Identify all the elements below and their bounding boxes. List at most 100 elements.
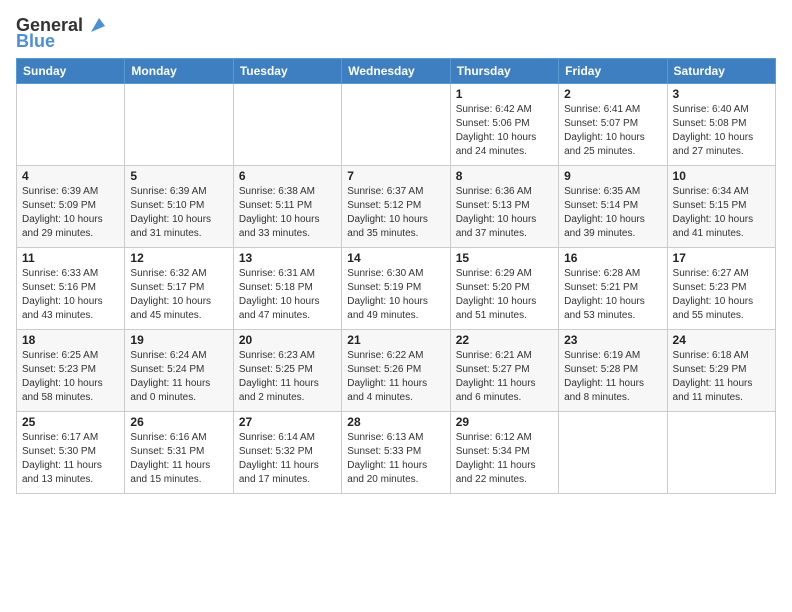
- calendar-cell: [233, 83, 341, 165]
- day-info: Sunrise: 6:21 AM Sunset: 5:27 PM Dayligh…: [456, 349, 553, 405]
- day-number: 26: [130, 415, 227, 429]
- day-info: Sunrise: 6:32 AM Sunset: 5:17 PM Dayligh…: [130, 267, 227, 323]
- calendar-cell: 20Sunrise: 6:23 AM Sunset: 5:25 PM Dayli…: [233, 329, 341, 411]
- day-number: 9: [564, 169, 661, 183]
- day-number: 20: [239, 333, 336, 347]
- calendar-cell: 21Sunrise: 6:22 AM Sunset: 5:26 PM Dayli…: [342, 329, 450, 411]
- day-number: 18: [22, 333, 119, 347]
- day-number: 14: [347, 251, 444, 265]
- calendar-cell: 26Sunrise: 6:16 AM Sunset: 5:31 PM Dayli…: [125, 411, 233, 493]
- day-info: Sunrise: 6:41 AM Sunset: 5:07 PM Dayligh…: [564, 103, 661, 159]
- calendar-cell: 10Sunrise: 6:34 AM Sunset: 5:15 PM Dayli…: [667, 165, 775, 247]
- calendar: SundayMondayTuesdayWednesdayThursdayFrid…: [16, 58, 776, 494]
- col-header-friday: Friday: [559, 58, 667, 83]
- calendar-cell: 18 Sunrise: 6:25 AM Sunset: 5:23 PM Dayli…: [17, 329, 125, 411]
- day-info: Sunrise: 6:39 AM Sunset: 5:10 PM Dayligh…: [130, 185, 227, 241]
- day-info: Sunrise: 6:18 AM Sunset: 5:29 PM Dayligh…: [673, 349, 770, 405]
- day-number: 25: [22, 415, 119, 429]
- day-info: Sunrise: 6:14 AM Sunset: 5:32 PM Dayligh…: [239, 431, 336, 487]
- page: General Blue SundayMondayTuesdayWednesda…: [0, 0, 792, 612]
- day-info: Sunrise: 6:22 AM Sunset: 5:26 PM Dayligh…: [347, 349, 444, 405]
- week-row-0: 1Sunrise: 6:42 AM Sunset: 5:06 PM Daylig…: [17, 83, 776, 165]
- logo-bird-icon: [85, 14, 107, 36]
- calendar-cell: 28Sunrise: 6:13 AM Sunset: 5:33 PM Dayli…: [342, 411, 450, 493]
- day-info: Sunrise: 6:42 AM Sunset: 5:06 PM Dayligh…: [456, 103, 553, 159]
- week-row-2: 11 Sunrise: 6:33 AM Sunset: 5:16 PM Dayli…: [17, 247, 776, 329]
- day-number: 28: [347, 415, 444, 429]
- day-info: Sunrise: 6:25 AM Sunset: 5:23 PM Dayligh…: [22, 349, 119, 405]
- calendar-cell: 9 Sunrise: 6:35 AM Sunset: 5:14 PM Daylig…: [559, 165, 667, 247]
- day-number: 10: [673, 169, 770, 183]
- day-number: 29: [456, 415, 553, 429]
- day-info: Sunrise: 6:31 AM Sunset: 5:18 PM Dayligh…: [239, 267, 336, 323]
- calendar-cell: 15Sunrise: 6:29 AM Sunset: 5:20 PM Dayli…: [450, 247, 558, 329]
- day-number: 3: [673, 87, 770, 101]
- day-number: 15: [456, 251, 553, 265]
- day-number: 4: [22, 169, 119, 183]
- day-number: 6: [239, 169, 336, 183]
- day-number: 17: [673, 251, 770, 265]
- calendar-cell: [17, 83, 125, 165]
- calendar-cell: 16 Sunrise: 6:28 AM Sunset: 5:21 PM Dayli…: [559, 247, 667, 329]
- header: General Blue: [16, 12, 776, 52]
- day-number: 5: [130, 169, 227, 183]
- calendar-cell: 4 Sunrise: 6:39 AM Sunset: 5:09 PM Daylig…: [17, 165, 125, 247]
- calendar-cell: 24 Sunrise: 6:18 AM Sunset: 5:29 PM Dayli…: [667, 329, 775, 411]
- day-number: 24: [673, 333, 770, 347]
- calendar-cell: [559, 411, 667, 493]
- day-info: Sunrise: 6:28 AM Sunset: 5:21 PM Dayligh…: [564, 267, 661, 323]
- calendar-cell: 25 Sunrise: 6:17 AM Sunset: 5:30 PM Dayli…: [17, 411, 125, 493]
- day-number: 23: [564, 333, 661, 347]
- day-info: Sunrise: 6:37 AM Sunset: 5:12 PM Dayligh…: [347, 185, 444, 241]
- calendar-cell: 6 Sunrise: 6:38 AM Sunset: 5:11 PM Daylig…: [233, 165, 341, 247]
- calendar-cell: 19 Sunrise: 6:24 AM Sunset: 5:24 PM Dayli…: [125, 329, 233, 411]
- calendar-cell: 13 Sunrise: 6:31 AM Sunset: 5:18 PM Dayli…: [233, 247, 341, 329]
- calendar-cell: 14 Sunrise: 6:30 AM Sunset: 5:19 PM Dayli…: [342, 247, 450, 329]
- calendar-cell: 1Sunrise: 6:42 AM Sunset: 5:06 PM Daylig…: [450, 83, 558, 165]
- calendar-cell: 27 Sunrise: 6:14 AM Sunset: 5:32 PM Dayli…: [233, 411, 341, 493]
- calendar-cell: 22 Sunrise: 6:21 AM Sunset: 5:27 PM Dayli…: [450, 329, 558, 411]
- col-header-saturday: Saturday: [667, 58, 775, 83]
- week-row-1: 4 Sunrise: 6:39 AM Sunset: 5:09 PM Daylig…: [17, 165, 776, 247]
- calendar-header-row: SundayMondayTuesdayWednesdayThursdayFrid…: [17, 58, 776, 83]
- calendar-cell: 2 Sunrise: 6:41 AM Sunset: 5:07 PM Daylig…: [559, 83, 667, 165]
- day-number: 12: [130, 251, 227, 265]
- col-header-wednesday: Wednesday: [342, 58, 450, 83]
- day-info: Sunrise: 6:39 AM Sunset: 5:09 PM Dayligh…: [22, 185, 119, 241]
- col-header-tuesday: Tuesday: [233, 58, 341, 83]
- day-number: 7: [347, 169, 444, 183]
- calendar-cell: 5 Sunrise: 6:39 AM Sunset: 5:10 PM Daylig…: [125, 165, 233, 247]
- day-info: Sunrise: 6:27 AM Sunset: 5:23 PM Dayligh…: [673, 267, 770, 323]
- day-info: Sunrise: 6:33 AM Sunset: 5:16 PM Dayligh…: [22, 267, 119, 323]
- calendar-cell: [667, 411, 775, 493]
- day-number: 11: [22, 251, 119, 265]
- day-number: 2: [564, 87, 661, 101]
- day-info: Sunrise: 6:17 AM Sunset: 5:30 PM Dayligh…: [22, 431, 119, 487]
- week-row-3: 18 Sunrise: 6:25 AM Sunset: 5:23 PM Dayli…: [17, 329, 776, 411]
- logo: General Blue: [16, 16, 107, 52]
- day-info: Sunrise: 6:30 AM Sunset: 5:19 PM Dayligh…: [347, 267, 444, 323]
- day-number: 19: [130, 333, 227, 347]
- day-number: 8: [456, 169, 553, 183]
- day-number: 22: [456, 333, 553, 347]
- day-info: Sunrise: 6:36 AM Sunset: 5:13 PM Dayligh…: [456, 185, 553, 241]
- col-header-thursday: Thursday: [450, 58, 558, 83]
- col-header-sunday: Sunday: [17, 58, 125, 83]
- calendar-cell: 29 Sunrise: 6:12 AM Sunset: 5:34 PM Dayli…: [450, 411, 558, 493]
- day-info: Sunrise: 6:24 AM Sunset: 5:24 PM Dayligh…: [130, 349, 227, 405]
- day-info: Sunrise: 6:35 AM Sunset: 5:14 PM Dayligh…: [564, 185, 661, 241]
- col-header-monday: Monday: [125, 58, 233, 83]
- calendar-cell: 3 Sunrise: 6:40 AM Sunset: 5:08 PM Daylig…: [667, 83, 775, 165]
- day-number: 16: [564, 251, 661, 265]
- calendar-cell: 12 Sunrise: 6:32 AM Sunset: 5:17 PM Dayli…: [125, 247, 233, 329]
- calendar-cell: 23Sunrise: 6:19 AM Sunset: 5:28 PM Dayli…: [559, 329, 667, 411]
- day-info: Sunrise: 6:12 AM Sunset: 5:34 PM Dayligh…: [456, 431, 553, 487]
- day-number: 27: [239, 415, 336, 429]
- day-info: Sunrise: 6:38 AM Sunset: 5:11 PM Dayligh…: [239, 185, 336, 241]
- calendar-cell: 11 Sunrise: 6:33 AM Sunset: 5:16 PM Dayli…: [17, 247, 125, 329]
- logo-text-blue: Blue: [16, 32, 55, 52]
- day-info: Sunrise: 6:40 AM Sunset: 5:08 PM Dayligh…: [673, 103, 770, 159]
- week-row-4: 25 Sunrise: 6:17 AM Sunset: 5:30 PM Dayli…: [17, 411, 776, 493]
- calendar-cell: 7 Sunrise: 6:37 AM Sunset: 5:12 PM Daylig…: [342, 165, 450, 247]
- day-number: 13: [239, 251, 336, 265]
